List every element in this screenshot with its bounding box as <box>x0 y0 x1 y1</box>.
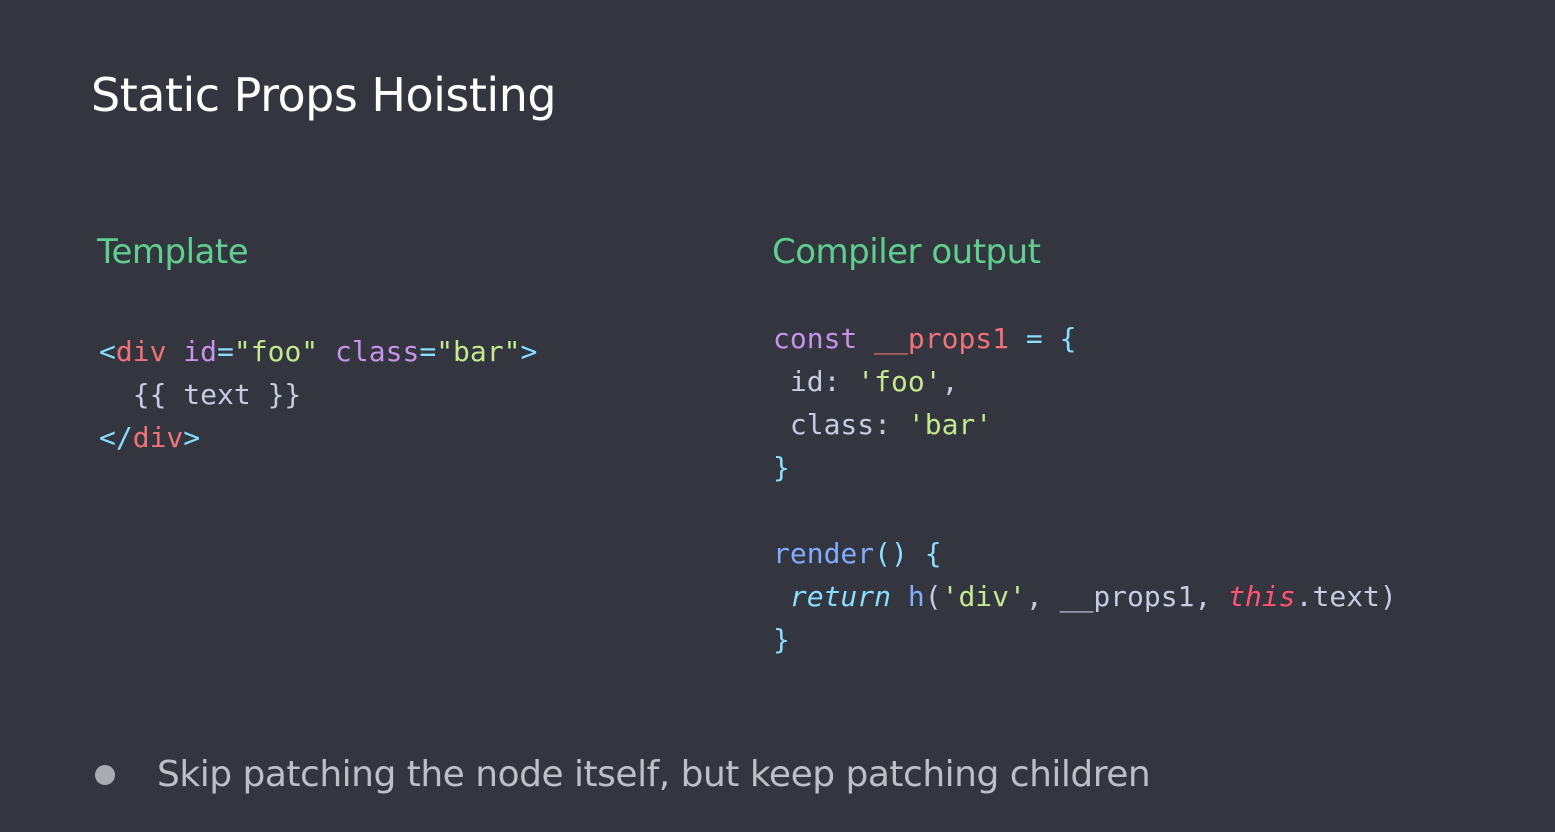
code-token: 'div' <box>941 580 1026 613</box>
code-token: h <box>907 580 925 613</box>
code-line: </div> <box>99 416 537 459</box>
code-token: "foo" <box>233 335 319 368</box>
code-token: 'bar' <box>907 408 993 441</box>
template-heading: Template <box>97 232 249 272</box>
code-token: = <box>1009 322 1060 355</box>
code-line: } <box>773 618 1397 661</box>
code-token: = <box>419 335 437 368</box>
compiler-output-code-block: const __props1 = { id: 'foo', class: 'ba… <box>773 317 1397 661</box>
bullet-item: Skip patching the node itself, but keep … <box>95 750 1151 800</box>
code-line: {{ text }} <box>99 373 537 416</box>
template-code-block: <div id="foo" class="bar"> {{ text }} </d… <box>99 330 537 459</box>
compiler-output-heading: Compiler output <box>772 232 1041 272</box>
code-token: { <box>1059 322 1077 355</box>
code-token: </ <box>99 421 133 454</box>
code-token: 'foo' <box>857 365 942 398</box>
code-token: class: <box>773 408 908 441</box>
code-token: = <box>217 335 234 368</box>
code-line: id: 'foo', <box>773 360 1397 403</box>
code-token: } <box>773 623 790 656</box>
code-token: > <box>183 421 201 454</box>
code-token: , <box>941 365 959 398</box>
code-token: div <box>115 335 167 368</box>
code-token: const <box>773 322 858 355</box>
code-token: ( <box>924 580 942 613</box>
code-token: this <box>1228 580 1296 613</box>
code-token: render <box>773 537 875 570</box>
code-token: () { <box>874 537 942 570</box>
code-line: <div id="foo" class="bar"> <box>99 330 537 373</box>
code-line: } <box>773 446 1397 489</box>
code-line: render() { <box>773 532 1397 575</box>
code-line: class: 'bar' <box>773 403 1397 446</box>
bullet-text: Skip patching the node itself, but keep … <box>157 754 1151 795</box>
code-token: < <box>99 335 116 368</box>
code-token: .text) <box>1295 580 1397 613</box>
code-token: class <box>335 335 420 368</box>
code-line: const __props1 = { <box>773 317 1397 360</box>
code-token: "bar" <box>436 335 521 368</box>
code-token: > <box>520 335 538 368</box>
code-token: id: <box>773 365 858 398</box>
code-token: id <box>183 335 218 368</box>
bullet-dot-icon <box>95 765 115 785</box>
code-token: {{ text }} <box>99 378 302 411</box>
code-token: } <box>773 451 790 484</box>
code-token: __props1 <box>874 322 1010 355</box>
code-token: , __props1, <box>1025 580 1229 613</box>
code-token: div <box>132 421 184 454</box>
slide-title: Static Props Hoisting <box>91 68 557 122</box>
code-line: return h('div', __props1, this.text) <box>773 575 1397 618</box>
code-token: return <box>789 580 892 613</box>
